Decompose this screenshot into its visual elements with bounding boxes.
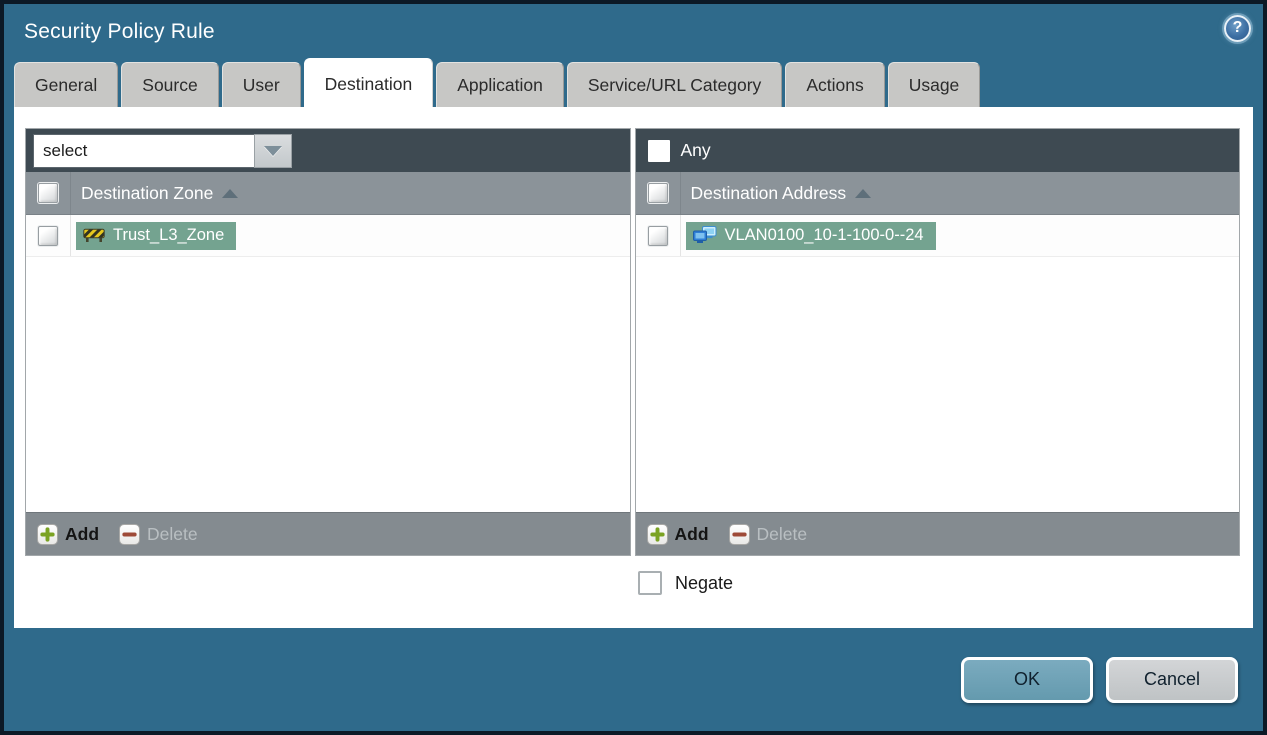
table-row: Trust_L3_Zone	[26, 215, 630, 257]
tab-usage[interactable]: Usage	[887, 62, 981, 107]
zone-filter-dropdown-button[interactable]	[254, 133, 292, 168]
destination-tab-content: Destination Zone	[14, 107, 1253, 628]
address-column-title: Destination Address	[690, 182, 847, 203]
address-add-button[interactable]: Add	[646, 523, 709, 545]
help-icon[interactable]: ?	[1224, 14, 1251, 42]
address-item-vlan0100[interactable]: VLAN0100_10-1-100-0--24	[685, 221, 936, 250]
dialog-footer: OK Cancel	[4, 628, 1263, 731]
zone-panel-toolbar	[26, 129, 630, 172]
negate-checkbox[interactable]	[638, 571, 662, 595]
tab-general[interactable]: General	[14, 62, 119, 107]
zone-barrier-icon	[83, 228, 105, 242]
zone-add-button[interactable]: Add	[37, 523, 99, 545]
tab-strip: General Source User Destination Applicat…	[4, 58, 1263, 107]
zone-select-all-checkbox[interactable]	[38, 183, 58, 203]
tab-service-url-category[interactable]: Service/URL Category	[566, 62, 783, 107]
address-panel-footer: Add Delete	[635, 512, 1239, 555]
address-delete-button[interactable]: Delete	[728, 523, 807, 545]
address-row-checkbox[interactable]	[647, 225, 668, 246]
titlebar: Security Policy Rule ?	[4, 4, 1263, 60]
security-policy-rule-dialog: Security Policy Rule ? General Source Us…	[0, 0, 1267, 735]
tab-source[interactable]: Source	[121, 62, 219, 107]
tab-destination[interactable]: Destination	[303, 58, 434, 107]
dialog-title: Security Policy Rule	[24, 20, 215, 43]
any-label: Any	[680, 140, 711, 160]
zone-column-title: Destination Zone	[81, 182, 214, 203]
destination-zone-panel: Destination Zone	[25, 128, 631, 556]
table-row: VLAN0100_10-1-100-0--24	[635, 215, 1239, 257]
minus-icon	[119, 523, 141, 545]
zone-filter-combobox	[33, 133, 292, 168]
negate-row: Negate	[25, 571, 1240, 595]
zone-filter-input[interactable]	[33, 133, 254, 168]
address-item-label: VLAN0100_10-1-100-0--24	[724, 225, 924, 244]
zone-delete-button[interactable]: Delete	[119, 523, 198, 545]
zone-panel-footer: Add Delete	[26, 512, 630, 555]
tab-user[interactable]: User	[221, 62, 301, 107]
tab-application[interactable]: Application	[436, 62, 564, 107]
negate-label: Negate	[675, 572, 734, 593]
zone-list: Trust_L3_Zone	[26, 215, 630, 512]
destination-address-panel: Any Destination Address VLAN0100_10-1-10…	[634, 128, 1240, 556]
sort-ascending-icon[interactable]	[855, 188, 872, 198]
plus-icon	[646, 523, 668, 545]
any-checkbox[interactable]	[647, 139, 670, 162]
zone-item-trust-l3-zone[interactable]: Trust_L3_Zone	[76, 221, 237, 250]
zone-row-checkbox-cell	[26, 215, 71, 256]
minus-icon	[728, 523, 750, 545]
address-panel-toolbar: Any	[635, 129, 1239, 172]
zone-header-checkbox-cell	[26, 172, 71, 214]
address-header-checkbox-cell	[636, 172, 681, 214]
address-select-all-checkbox[interactable]	[647, 183, 668, 203]
address-list: VLAN0100_10-1-100-0--24	[635, 215, 1239, 512]
address-row-checkbox-cell	[636, 215, 681, 256]
cancel-button[interactable]: Cancel	[1106, 656, 1238, 703]
ok-button[interactable]: OK	[961, 656, 1093, 703]
plus-icon	[37, 523, 58, 545]
address-column-header: Destination Address	[635, 172, 1239, 215]
sort-ascending-icon[interactable]	[222, 188, 239, 198]
tab-actions[interactable]: Actions	[785, 62, 885, 107]
zone-column-header: Destination Zone	[26, 172, 630, 215]
chevron-down-icon	[264, 145, 282, 156]
network-hosts-icon	[692, 225, 716, 243]
zone-item-label: Trust_L3_Zone	[113, 225, 225, 244]
zone-row-checkbox[interactable]	[38, 225, 58, 246]
